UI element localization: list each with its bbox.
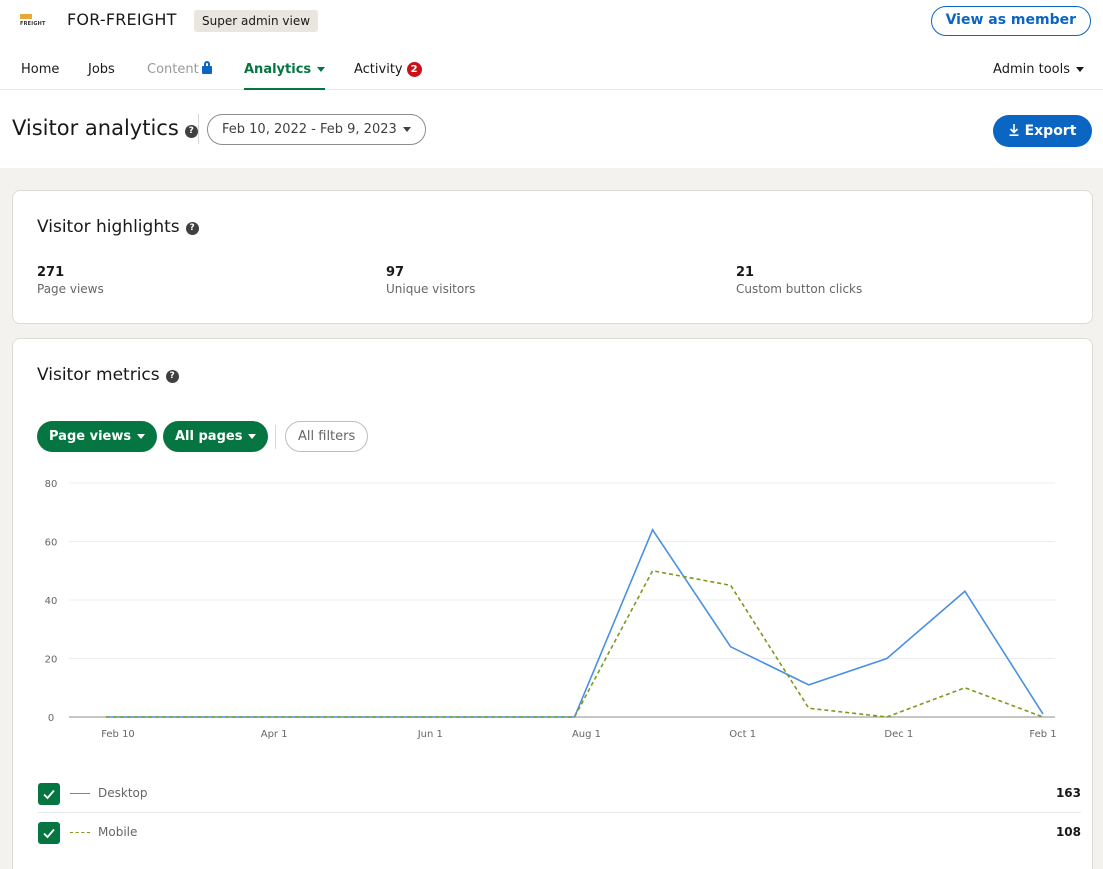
- page-header: Visitor analytics? Feb 10, 2022 - Feb 9,…: [0, 104, 1103, 156]
- stat-value: 21: [736, 265, 755, 280]
- tab-analytics[interactable]: Analytics: [244, 62, 326, 90]
- top-bar: FREIGHT FOR-FREIGHT Super admin view Vie…: [0, 0, 1103, 168]
- logo-mark: [20, 14, 32, 19]
- page-title: Visitor analytics?: [12, 116, 198, 140]
- legend-row-mobile: Mobile 108: [38, 814, 1081, 852]
- visitor-highlights-card: Visitor highlights? 271 Page views 97 Un…: [12, 190, 1093, 324]
- help-icon[interactable]: ?: [184, 125, 198, 138]
- date-range-dropdown[interactable]: Feb 10, 2022 - Feb 9, 2023: [207, 114, 426, 145]
- checkmark-icon: [43, 789, 55, 800]
- x-tick-label: Oct 1: [729, 729, 756, 740]
- visitor-metrics-chart: 0 20 40 60 80 Feb 10 Apr 1 Jun 1 Aug 1 Oct 1 Dec 1…: [45, 479, 1057, 740]
- legend-label: Mobile: [98, 825, 138, 839]
- stat-value: 97: [386, 265, 405, 280]
- divider: [198, 114, 199, 144]
- chevron-down-icon: [1076, 67, 1084, 72]
- x-tick-label: Feb 10: [101, 729, 135, 740]
- export-label: Export: [1024, 123, 1077, 139]
- y-tick-label: 0: [48, 713, 54, 724]
- y-tick-label: 60: [45, 538, 58, 549]
- stat-page-views: 271 Page views: [37, 265, 104, 296]
- notification-count-badge: 2: [406, 62, 422, 77]
- admin-tools-menu[interactable]: Admin tools: [993, 62, 1084, 90]
- legend-total: 163: [1055, 786, 1081, 800]
- export-button[interactable]: Export: [993, 115, 1092, 147]
- x-tick-label: Apr 1: [261, 729, 288, 740]
- checkmark-icon: [43, 828, 55, 839]
- legend-total: 108: [1055, 825, 1081, 839]
- x-tick-label: Dec 1: [884, 729, 913, 740]
- y-tick-label: 20: [45, 655, 58, 666]
- tab-content[interactable]: Content: [147, 61, 212, 90]
- admin-tools-label: Admin tools: [993, 62, 1070, 77]
- visitor-metrics-card: Visitor metrics? Page views All pages Al…: [12, 338, 1093, 869]
- legend-row-desktop: Desktop 163: [38, 775, 1081, 813]
- tab-home-label: Home: [21, 62, 60, 77]
- tab-content-label: Content: [147, 62, 199, 77]
- visitor-highlights-title: Visitor highlights?: [37, 217, 199, 237]
- chevron-down-icon: [402, 127, 411, 132]
- brand-row: FREIGHT FOR-FREIGHT Super admin view Vie…: [0, 0, 1103, 44]
- stat-custom-button-clicks: 21 Custom button clicks: [736, 265, 862, 296]
- tab-jobs[interactable]: Jobs: [88, 62, 115, 90]
- stat-value: 271: [37, 265, 65, 280]
- lock-icon: [201, 61, 212, 74]
- mobile-line-swatch: [70, 832, 90, 833]
- desktop-line-swatch: [70, 793, 90, 794]
- tab-jobs-label: Jobs: [88, 62, 115, 77]
- tab-analytics-label: Analytics: [244, 62, 312, 77]
- download-icon: [1009, 124, 1019, 136]
- view-as-member-button[interactable]: View as member: [930, 6, 1091, 36]
- date-range-text: Feb 10, 2022 - Feb 9, 2023: [222, 122, 397, 137]
- series-line-desktop: [106, 528, 1044, 718]
- chevron-down-icon: [317, 67, 326, 72]
- logo-text: FREIGHT: [20, 21, 46, 27]
- x-tick-label: Feb 1: [1029, 729, 1056, 740]
- y-tick-label: 80: [45, 479, 58, 490]
- org-name[interactable]: FOR-FREIGHT: [67, 10, 177, 29]
- x-tick-label: Jun 1: [417, 729, 443, 740]
- x-tick-label: Aug 1: [572, 729, 601, 740]
- legend-label: Desktop: [98, 786, 148, 800]
- tab-home[interactable]: Home: [21, 62, 59, 90]
- tab-activity-label: Activity: [354, 62, 403, 77]
- series-line-mobile: [106, 569, 1044, 718]
- mobile-series-checkbox[interactable]: [38, 822, 60, 844]
- stat-label: Unique visitors: [386, 282, 476, 296]
- help-icon[interactable]: ?: [185, 222, 199, 235]
- y-tick-label: 40: [45, 596, 58, 607]
- tab-activity[interactable]: Activity 2: [354, 62, 422, 90]
- stat-label: Page views: [37, 282, 104, 296]
- page-title-text: Visitor analytics: [12, 116, 179, 140]
- stat-unique-visitors: 97 Unique visitors: [386, 265, 475, 296]
- visitor-highlights-title-text: Visitor highlights: [37, 217, 180, 237]
- stat-label: Custom button clicks: [736, 282, 863, 296]
- desktop-series-checkbox[interactable]: [38, 783, 60, 805]
- super-admin-badge: Super admin view: [194, 10, 319, 32]
- admin-nav: Home Jobs Content Analytics Activity 2 Ad…: [0, 52, 1103, 90]
- company-logo[interactable]: FREIGHT: [20, 14, 48, 28]
